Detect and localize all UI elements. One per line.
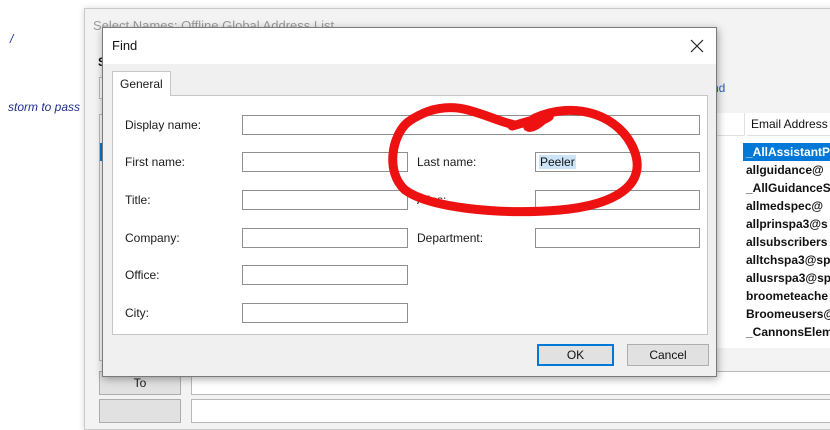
city-input[interactable] bbox=[242, 303, 408, 323]
dialog-title: Find bbox=[112, 38, 138, 53]
find-dialog: Find General Display name: First name: T… bbox=[102, 27, 717, 377]
ok-button[interactable]: OK bbox=[537, 344, 614, 366]
department-input[interactable] bbox=[535, 228, 700, 248]
department-label: Department: bbox=[417, 231, 484, 245]
office-input[interactable] bbox=[242, 265, 408, 285]
general-panel: Display name: First name: Title: Company… bbox=[112, 95, 708, 335]
list-item[interactable]: _CannonsElem bbox=[743, 323, 830, 341]
cancel-button[interactable]: Cancel bbox=[627, 344, 709, 366]
company-input[interactable] bbox=[242, 228, 408, 248]
alias-label: Alias: bbox=[417, 193, 447, 207]
list-item[interactable]: allusrspa3@sp bbox=[743, 269, 830, 287]
city-label: City: bbox=[125, 306, 149, 320]
list-item[interactable]: allprinspa3@s bbox=[743, 215, 830, 233]
column-header-email[interactable]: Email Address bbox=[747, 113, 830, 136]
find-titlebar: Find bbox=[103, 28, 716, 64]
close-button[interactable] bbox=[682, 31, 712, 61]
tab-general[interactable]: General bbox=[112, 71, 171, 96]
cc-field[interactable] bbox=[191, 399, 830, 423]
list-item[interactable]: _AllAssistantP bbox=[743, 143, 830, 161]
last-name-label: Last name: bbox=[417, 155, 477, 169]
close-icon bbox=[690, 39, 704, 53]
first-name-input[interactable] bbox=[242, 152, 408, 172]
cc-button[interactable] bbox=[99, 399, 181, 423]
display-name-input[interactable] bbox=[242, 115, 700, 135]
alias-input[interactable] bbox=[535, 190, 700, 210]
address-list[interactable]: nt Email Address _AllAssistantP allguida… bbox=[700, 113, 830, 348]
list-item[interactable]: broometeache bbox=[743, 287, 830, 305]
list-item[interactable]: alltchspa3@sp bbox=[743, 251, 830, 269]
list-item[interactable]: allmedspec@ bbox=[743, 197, 830, 215]
last-name-input[interactable]: Peeler bbox=[535, 152, 700, 172]
list-item[interactable]: Broomeusers@ bbox=[743, 305, 830, 323]
list-item[interactable]: allsubscribers bbox=[743, 233, 830, 251]
office-label: Office: bbox=[125, 268, 160, 282]
display-name-label: Display name: bbox=[125, 118, 202, 132]
company-label: Company: bbox=[125, 231, 180, 245]
title-input[interactable] bbox=[242, 190, 408, 210]
title-label: Title: bbox=[125, 193, 151, 207]
background-text-fragment: storm to pass bbox=[8, 100, 81, 114]
background-text-fragment-top: / bbox=[10, 32, 14, 46]
first-name-label: First name: bbox=[125, 155, 186, 169]
last-name-value: Peeler bbox=[539, 155, 576, 169]
list-item[interactable]: _AllGuidanceS bbox=[743, 179, 830, 197]
list-item[interactable]: allguidance@ bbox=[743, 161, 830, 179]
